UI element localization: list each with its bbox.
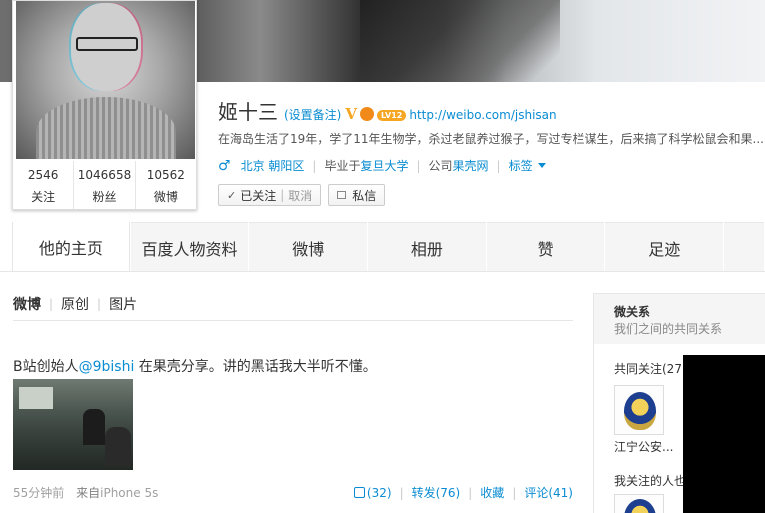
also-follow-label: 我关注的人也 — [614, 474, 687, 488]
like-button[interactable]: (32) — [353, 485, 392, 500]
divider: | — [496, 158, 501, 173]
profile-name-row: 姬十三 (设置备注) V LV12 http://weibo.com/jshis… — [218, 96, 557, 125]
followed-button[interactable]: ✓ 已关注 | 取消 — [218, 184, 322, 206]
post-meta: 55分钟前 来自iPhone 5s — [13, 484, 158, 501]
image-person — [105, 427, 131, 467]
education-prefix: 毕业于 — [324, 159, 361, 173]
tags-dropdown[interactable]: 标签 — [509, 157, 533, 174]
image-window — [19, 387, 53, 409]
check-icon: ✓ — [227, 188, 237, 202]
feed-subnav: 微博 | 原创 | 图片 — [13, 294, 137, 314]
relations-title: 微关系 — [614, 305, 651, 319]
profile-bio: 在海岛生活了19年，学了11年生物学，杀过老鼠养过猴子，写过专栏谋生，后来搞了科… — [218, 132, 763, 146]
avatar[interactable] — [16, 1, 195, 159]
post-text: B站创始人@9bishi 在果壳分享。讲的黑话我大半听不懂。 — [13, 356, 377, 376]
police-badge-icon — [624, 392, 656, 430]
followed-label: 已关注 — [240, 188, 277, 203]
unfollow-link[interactable]: 取消 — [288, 187, 312, 204]
stat-label: 微博 — [153, 190, 178, 204]
tab-baidu-profile[interactable]: 百度人物资料 — [130, 222, 249, 272]
divider: | — [416, 158, 421, 173]
tab-album[interactable]: 相册 — [368, 222, 486, 272]
chevron-down-icon[interactable] — [537, 163, 546, 168]
cover-mountain — [360, 0, 560, 82]
stat-value: 10562 — [146, 168, 185, 182]
message-button[interactable]: 私信 — [328, 184, 386, 206]
police-badge-icon — [624, 499, 656, 513]
relations-subtitle: 我们之间的共同关系 — [614, 322, 723, 336]
divider: | — [280, 188, 285, 202]
like-count: (32) — [366, 485, 392, 500]
subnav-original[interactable]: 原创 — [61, 294, 89, 314]
tab-weibo[interactable]: 微博 — [249, 222, 368, 272]
profile-name: 姬十三 — [218, 100, 278, 124]
divider: | — [312, 158, 317, 173]
comment-button[interactable]: 评论(41) — [524, 484, 573, 501]
repost-button[interactable]: 转发(76) — [412, 484, 461, 501]
stat-label: 粉丝 — [92, 190, 117, 204]
set-remark-link[interactable]: (设置备注) — [284, 106, 341, 123]
divider: | — [49, 297, 54, 311]
avatar-shirt — [36, 97, 176, 159]
subnav-divider — [13, 320, 573, 321]
divider: | — [468, 485, 473, 500]
divider: | — [399, 485, 404, 500]
post-actions: (32) | 转发(76) | 收藏 | 评论(41) — [353, 484, 573, 501]
level-badge[interactable]: LV12 — [377, 110, 407, 121]
favorite-button[interactable]: 收藏 — [480, 484, 504, 501]
post-footer: 55分钟前 来自iPhone 5s (32) | 转发(76) | 收藏 | 评… — [13, 484, 573, 501]
envelope-icon — [337, 191, 347, 199]
post-image[interactable] — [13, 379, 133, 470]
police-badge-avatar[interactable] — [614, 494, 664, 513]
company-prefix: 公司 — [428, 159, 453, 173]
post-text-before: B站创始人 — [13, 359, 79, 375]
source-link[interactable]: iPhone 5s — [100, 486, 158, 500]
stat-followers[interactable]: 1046658 粉丝 — [74, 161, 136, 209]
stat-label: 关注 — [31, 190, 56, 204]
tab-footprints[interactable]: 足迹 — [605, 222, 724, 272]
tab-likes[interactable]: 赞 — [486, 222, 605, 272]
company-link[interactable]: 果壳网 — [453, 157, 489, 174]
tab-more[interactable] — [724, 222, 765, 272]
image-person — [83, 409, 105, 445]
source-label: 来自 — [76, 486, 101, 500]
profile-meta: ♂ 北京 朝阳区 | 毕业于 复旦大学 | 公司 果壳网 | 标签 — [218, 157, 546, 174]
redaction-box — [683, 355, 765, 513]
profile-tabs: 他的主页 百度人物资料 微博 相册 赞 足迹 — [12, 222, 765, 272]
profile-actions: ✓ 已关注 | 取消 私信 — [218, 184, 386, 206]
thumbs-up-icon — [353, 486, 365, 498]
subnav-images[interactable]: 图片 — [109, 294, 137, 314]
male-icon: ♂ — [218, 157, 231, 174]
common-user-name[interactable]: 江宁公安... — [614, 438, 673, 455]
stat-following[interactable]: 2546 关注 — [13, 161, 75, 209]
avatar-glasses — [76, 37, 138, 51]
mention-link[interactable]: @9bishi — [79, 359, 135, 375]
post-text-after: 在果壳分享。讲的黑话我大半听不懂。 — [134, 359, 377, 375]
subnav-weibo[interactable]: 微博 — [13, 294, 41, 314]
post-time-link[interactable]: 55分钟前 — [13, 486, 64, 500]
tabs-divider — [0, 271, 765, 272]
homepage-link[interactable]: http://weibo.com/jshisan — [409, 108, 556, 122]
profile-stats: 2546 关注 1046658 粉丝 10562 微博 — [13, 161, 196, 209]
location-link[interactable]: 北京 朝阳区 — [241, 157, 305, 174]
stat-value: 2546 — [27, 168, 59, 182]
tab-home[interactable]: 他的主页 — [12, 222, 130, 272]
common-follow-link[interactable]: 共同关注(27) — [614, 360, 687, 377]
medal-icon[interactable] — [360, 107, 375, 121]
divider: | — [97, 297, 102, 311]
profile-card: 2546 关注 1046658 粉丝 10562 微博 — [12, 0, 197, 210]
police-badge-avatar[interactable] — [614, 385, 664, 435]
verified-icon[interactable]: V — [345, 105, 357, 123]
school-link[interactable]: 复旦大学 — [360, 157, 408, 174]
divider: | — [512, 485, 517, 500]
stat-posts[interactable]: 10562 微博 — [136, 161, 196, 209]
stat-value: 1046658 — [77, 168, 132, 182]
message-label: 私信 — [352, 188, 377, 203]
